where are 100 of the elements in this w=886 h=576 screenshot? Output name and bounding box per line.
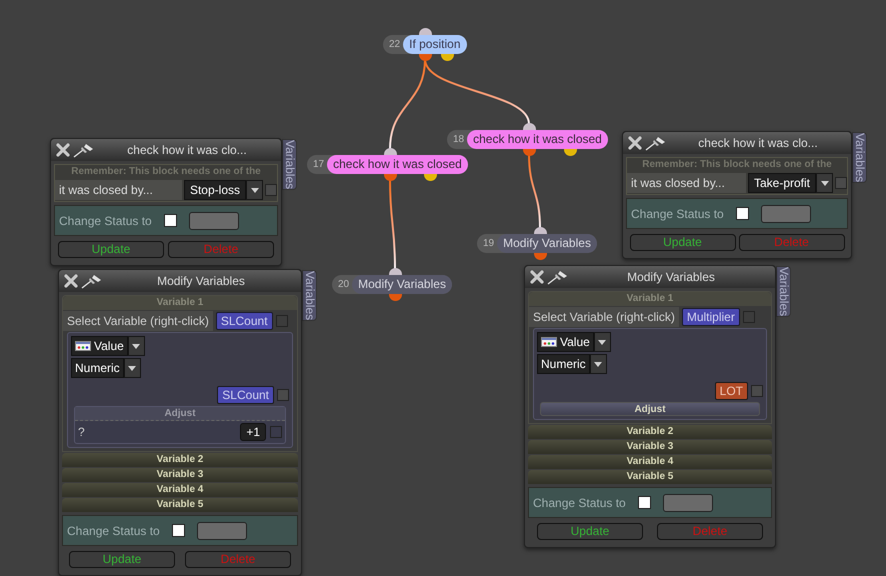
section-header[interactable]: Adjust [540,402,760,416]
status-label: Change Status to [67,522,160,540]
checkbox[interactable] [172,524,185,537]
output-port[interactable] [534,253,547,260]
dropdown[interactable]: Take-profit [748,173,816,193]
flow-node[interactable]: 17 check how it was closed [307,155,468,174]
note-text: Remember: This block needs one of the [70,165,262,179]
input-port[interactable] [419,28,432,35]
flow-node[interactable]: 19 Modify Variables [477,234,597,253]
increment-button[interactable]: +1 [240,423,266,441]
variables-tab[interactable]: Variables [776,266,791,318]
caret-icon [598,340,606,344]
caret-icon [820,180,828,186]
close-icon[interactable] [56,143,70,157]
checkbox[interactable] [736,207,749,220]
dropdown-arrow-button[interactable] [128,336,145,356]
output-port[interactable] [441,54,454,61]
checkbox[interactable] [835,177,847,189]
input-port[interactable] [384,148,397,155]
section-header[interactable]: Variable 4 [528,455,772,469]
variables-tab[interactable]: Variables [302,270,317,322]
field-label: it was closed by... [55,180,182,200]
node-number: 17 [312,158,326,172]
pin-icon[interactable] [81,273,103,289]
checkbox[interactable] [270,426,282,438]
dropdown[interactable]: Numeric [71,358,124,378]
checkbox[interactable] [277,389,289,401]
variables-tab[interactable]: Variables [852,132,867,184]
flow-node[interactable]: 22 If position [383,35,466,54]
node-label: Modify Variables [352,275,452,294]
variable-tag[interactable]: SLCount [216,312,273,330]
update-button[interactable]: Update [69,550,175,568]
pin-icon[interactable] [645,135,667,151]
dropdown-arrow-button[interactable] [124,358,141,378]
variable-tag[interactable]: Multiplier [682,308,740,326]
checkbox[interactable] [638,496,651,509]
close-icon[interactable] [628,136,642,150]
output-port[interactable] [564,149,577,156]
input-port[interactable] [389,268,402,275]
section-header[interactable]: Variable 5 [528,470,772,484]
variables-tab[interactable]: Variables [282,139,297,190]
close-icon[interactable] [64,274,78,288]
section-header[interactable]: Variable 3 [62,468,298,482]
status-input[interactable] [662,494,713,512]
node-number: 18 [452,133,466,147]
update-button[interactable]: Update [630,234,736,250]
pin-icon[interactable] [547,269,569,285]
status-label: Change Status to [533,494,626,512]
update-button[interactable]: Update [537,522,643,540]
flow-node[interactable]: 20 Modify Variables [332,275,452,294]
output-port[interactable] [523,149,536,156]
section-header[interactable]: Variable 2 [62,453,298,467]
section-header[interactable]: Variable 1 [63,296,297,310]
caret-icon [594,362,602,366]
dropdown[interactable]: Stop-loss [184,180,246,200]
update-button[interactable]: Update [58,240,164,258]
section-header[interactable]: Variable 1 [529,292,771,306]
checkbox[interactable] [276,315,288,327]
checkbox[interactable] [265,184,277,196]
value-icon [75,341,91,351]
checkbox[interactable] [164,214,177,227]
dropdown-arrow-button[interactable] [816,173,833,193]
section-header[interactable]: Variable 4 [62,483,298,497]
panel-title: Modify Variables [626,269,716,286]
section-header[interactable]: Adjust [75,407,285,421]
output-port[interactable] [384,174,397,181]
dropdown[interactable]: Numeric [537,354,590,374]
field-label: Select Variable (right-click) [529,307,679,327]
status-input[interactable] [760,204,811,222]
checkbox[interactable] [751,385,763,397]
status-input[interactable] [188,212,239,230]
dropdown-arrow-button[interactable] [590,354,607,374]
dropdown-arrow-button[interactable] [594,332,611,352]
adjust-text: ? [78,424,86,441]
field-label: it was closed by... [627,173,746,193]
field-label: Select Variable (right-click) [63,311,213,331]
pin-icon[interactable] [73,142,95,158]
note-text: Remember: This block needs one of the [641,158,833,172]
section-header[interactable]: Variable 2 [528,425,772,439]
panel-title: check how it was clo... [697,135,819,152]
caret-icon [128,366,136,370]
value-icon [541,337,557,347]
output-port[interactable] [419,54,432,61]
caret-icon [250,188,258,192]
status-input[interactable] [196,522,247,540]
section-header[interactable]: Variable 3 [528,440,772,454]
operand-tag[interactable]: LOT [714,382,748,400]
output-port[interactable] [424,174,437,181]
dropdown[interactable]: Value [537,332,594,352]
input-port[interactable] [523,123,536,130]
node-label: Modify Variables [497,234,597,253]
checkbox[interactable] [742,311,755,323]
dropdown[interactable]: Value [71,336,128,356]
flow-node[interactable]: 18 check how it was closed [447,130,608,149]
close-icon[interactable] [530,270,544,284]
input-port[interactable] [534,227,547,234]
section-header[interactable]: Variable 5 [62,498,298,512]
output-port[interactable] [389,294,402,301]
dropdown-arrow-button[interactable] [246,180,263,200]
operand-tag[interactable]: SLCount [217,386,274,404]
